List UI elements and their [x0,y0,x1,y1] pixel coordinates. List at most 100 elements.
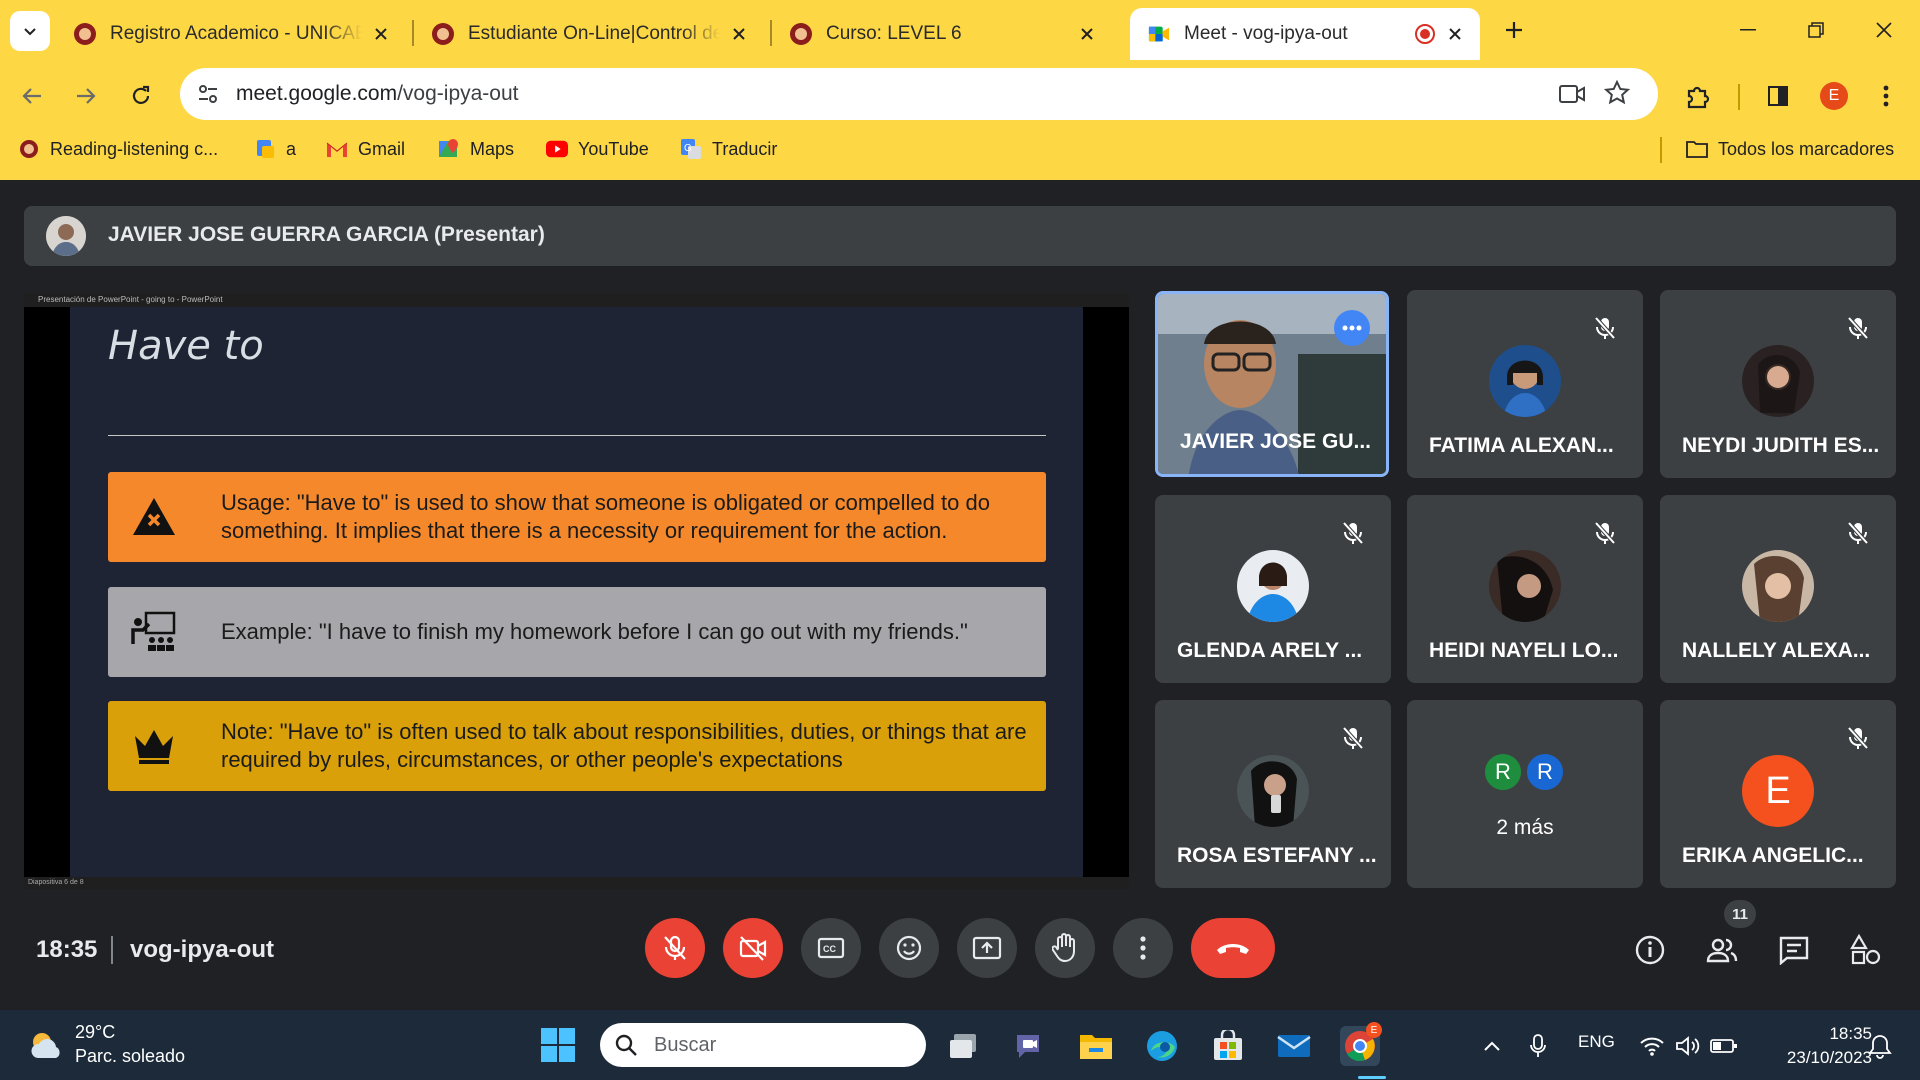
tab-title: Registro Academico - UNICAES [110,23,362,44]
tab-search-button[interactable] [10,11,50,51]
participant-tile[interactable]: JAVIER JOSE GU... [1155,291,1389,477]
microphone-icon[interactable] [1518,1026,1558,1066]
slide-box-note: Note: "Have to" is often used to talk ab… [108,701,1046,791]
participant-tile[interactable]: NEYDI JUDITH ES... [1660,290,1896,478]
site-info-icon[interactable] [196,82,220,106]
reactions-button[interactable] [879,918,939,978]
chrome-profile-badge: E [1366,1022,1382,1038]
presenter-name: JAVIER JOSE GUERRA GARCIA (Presentar) [108,223,545,246]
bookmark-maps[interactable]: Maps [438,134,514,164]
minimize-button[interactable] [1718,10,1778,50]
wifi-icon[interactable] [1632,1026,1672,1066]
camera-toggle-button[interactable] [723,918,783,978]
profile-avatar[interactable]: E [1820,82,1848,110]
participant-tile[interactable]: GLENDA ARELY ... [1155,495,1391,683]
participant-initial-avatar: R [1483,752,1523,792]
info-icon [1635,935,1665,965]
bookmark-youtube[interactable]: YouTube [546,134,649,164]
restore-icon [1808,22,1824,38]
tab-registro[interactable]: Registro Academico - UNICAES [56,8,406,60]
mic-toggle-button[interactable] [645,918,705,978]
more-participants-tile[interactable]: R R 2 más [1407,700,1643,888]
close-tab-icon[interactable] [1076,23,1098,45]
participant-avatar [1489,345,1561,417]
mic-off-icon [1840,720,1876,756]
show-hidden-icons-button[interactable] [1472,1026,1512,1066]
minimize-icon [1740,29,1756,31]
presenter-bar: JAVIER JOSE GUERRA GARCIA (Presentar) [24,206,1896,266]
weather-partly-sunny-icon[interactable] [28,1028,64,1064]
system-clock[interactable]: 18:35 23/10/2023 [1752,1022,1872,1070]
notifications-bell-icon[interactable] [1860,1026,1900,1066]
tab-meet[interactable]: Meet - vog-ipya-out [1130,8,1480,60]
bookmark-star-icon[interactable] [1604,80,1630,106]
participant-name: ERIKA ANGELIC... [1682,844,1864,867]
camera-off-icon [739,936,767,961]
more-dots-icon [1342,325,1362,331]
edge-browser-icon[interactable] [1142,1026,1182,1066]
teams-chat-icon[interactable] [1010,1026,1050,1066]
gmail-icon [326,138,348,160]
reload-button[interactable] [123,78,159,114]
translate-icon: G [680,138,702,160]
bookmark-label: Reading-listening c... [50,138,219,159]
taskbar-search[interactable]: Buscar [600,1023,926,1067]
bookmark-reading[interactable]: Reading-listening c... [18,134,218,164]
chat-button[interactable] [1776,932,1812,968]
participant-tile[interactable]: ROSA ESTEFANY ... [1155,700,1391,888]
battery-icon[interactable] [1704,1026,1744,1066]
more-options-button[interactable] [1334,310,1370,346]
close-window-button[interactable] [1854,10,1914,50]
bookmark-a[interactable]: a [254,134,296,164]
start-button[interactable] [540,1027,576,1063]
participant-tile[interactable]: NALLELY ALEXA... [1660,495,1896,683]
crown-icon [130,722,178,770]
new-tab-button[interactable] [1494,12,1534,48]
weather-temperature: 29°C [75,1022,116,1042]
chrome-menu-button[interactable] [1868,78,1904,114]
bookmark-label: Todos los marcadores [1718,138,1895,159]
input-language[interactable]: ENG [1578,1032,1615,1052]
activities-button[interactable] [1848,932,1884,968]
address-bar[interactable]: meet.google.com/vog-ipya-out [180,68,1658,120]
leave-call-button[interactable] [1191,918,1275,978]
more-options-button[interactable] [1113,918,1173,978]
people-button[interactable] [1704,932,1740,968]
teacher-icon [130,608,178,656]
file-explorer-icon[interactable] [1076,1026,1116,1066]
microsoft-store-icon[interactable] [1208,1026,1248,1066]
tab-curso[interactable]: Curso: LEVEL 6 [772,8,1112,60]
back-button[interactable] [14,78,50,114]
forward-button[interactable] [68,78,104,114]
meeting-details-button[interactable] [1632,932,1668,968]
all-bookmarks-folder[interactable]: Todos los marcadores [1686,134,1894,164]
raise-hand-button[interactable] [1035,918,1095,978]
meeting-time: 18:35 [36,936,98,963]
restore-button[interactable] [1786,10,1846,50]
moodle-favicon-icon [790,23,812,45]
mail-icon[interactable] [1274,1026,1314,1066]
participant-tile[interactable]: HEIDI NAYELI LO... [1407,495,1643,683]
slide-heading: Have to [108,323,264,369]
slide-box-usage: Usage: "Have to" is used to show that so… [108,472,1046,562]
participant-tile[interactable]: FATIMA ALEXAN... [1407,290,1643,478]
participant-tile[interactable]: E ERIKA ANGELIC... [1660,700,1896,888]
reload-icon [132,85,150,104]
side-panel-button[interactable] [1760,78,1796,114]
volume-icon[interactable] [1668,1026,1708,1066]
present-screen-button[interactable] [957,918,1017,978]
task-view-icon[interactable] [944,1026,984,1066]
captions-button[interactable]: CC [801,918,861,978]
svg-text:CC: CC [823,944,836,954]
close-tab-icon[interactable] [728,23,750,45]
url-path: /vog-ipya-out [397,82,519,105]
bookmark-traducir[interactable]: G Traducir [680,134,777,164]
extensions-button[interactable] [1680,78,1716,114]
tab-estudiante[interactable]: Estudiante On-Line|Control de [414,8,764,60]
close-tab-icon[interactable] [370,23,392,45]
close-tab-icon[interactable] [1444,23,1466,45]
camera-permission-icon[interactable] [1558,81,1586,107]
bookmark-gmail[interactable]: Gmail [326,134,405,164]
participant-avatar [1237,755,1309,827]
participant-avatar [1489,550,1561,622]
